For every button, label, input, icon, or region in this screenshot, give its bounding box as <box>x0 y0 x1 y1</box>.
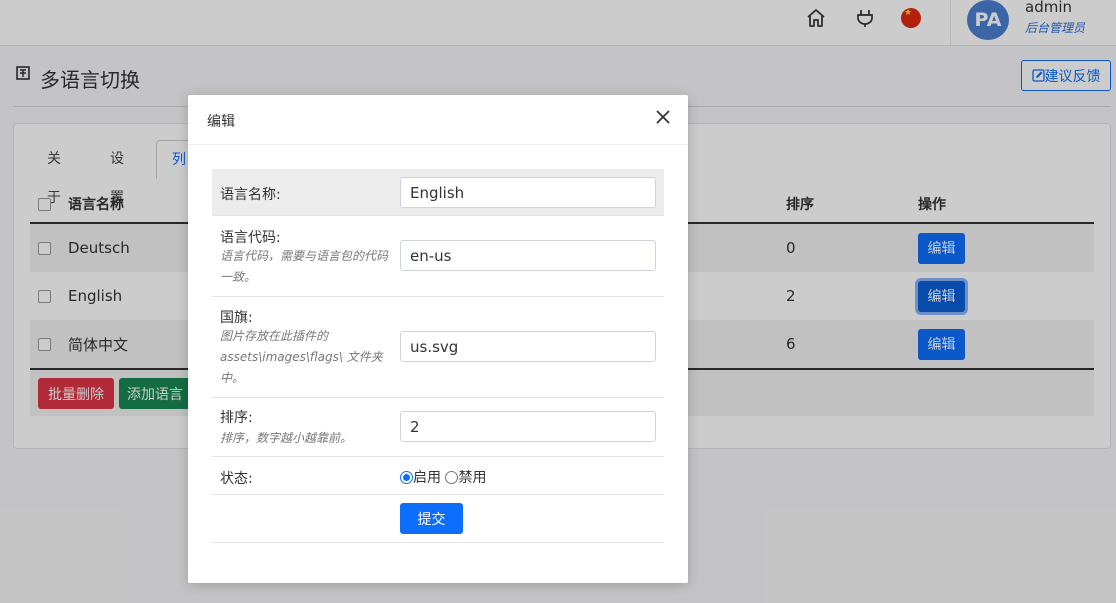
status-enabled-label[interactable]: 启用 <box>413 470 441 486</box>
sort-input[interactable]: 2 <box>400 411 656 442</box>
edit-language-modal: 编辑 语言名称: English 语言代码: 语言代码，需要与语言包的代码一致。… <box>188 95 688 583</box>
form-row-status: 状态: 启用 禁用 <box>212 457 664 495</box>
form-row-name: 语言名称: English <box>212 169 664 216</box>
submit-button[interactable]: 提交 <box>400 503 463 534</box>
status-disabled-radio[interactable] <box>445 470 459 484</box>
modal-title: 编辑 <box>207 114 235 130</box>
sort-help: 排序，数字越小越靠前。 <box>220 431 353 445</box>
sort-label: 排序: <box>220 410 253 426</box>
form-row-sort: 排序: 排序，数字越小越靠前。 2 <box>212 398 664 457</box>
code-label: 语言代码: <box>220 230 281 246</box>
form-row-flag: 国旗: 图片存放在此插件的 assets\images\flags\ 文件夹中。… <box>212 297 664 398</box>
name-label: 语言名称: <box>220 187 281 203</box>
code-help: 语言代码，需要与语言包的代码一致。 <box>220 249 389 284</box>
close-icon[interactable] <box>652 107 674 129</box>
flag-help: 图片存放在此插件的 assets\images\flags\ 文件夹中。 <box>220 329 383 385</box>
form-row-submit: 提交 <box>212 495 664 543</box>
form-row-code: 语言代码: 语言代码，需要与语言包的代码一致。 en-us <box>212 216 664 297</box>
flag-file-input[interactable]: us.svg <box>400 331 656 362</box>
status-label: 状态: <box>220 471 253 487</box>
status-radio-group: 启用 禁用 <box>400 467 486 487</box>
language-name-input[interactable]: English <box>400 177 656 208</box>
language-code-input[interactable]: en-us <box>400 240 656 271</box>
status-enabled-radio[interactable] <box>400 470 413 484</box>
flag-label: 国旗: <box>220 310 253 326</box>
status-disabled-label[interactable]: 禁用 <box>458 470 486 486</box>
modal-header: 编辑 <box>188 95 688 145</box>
